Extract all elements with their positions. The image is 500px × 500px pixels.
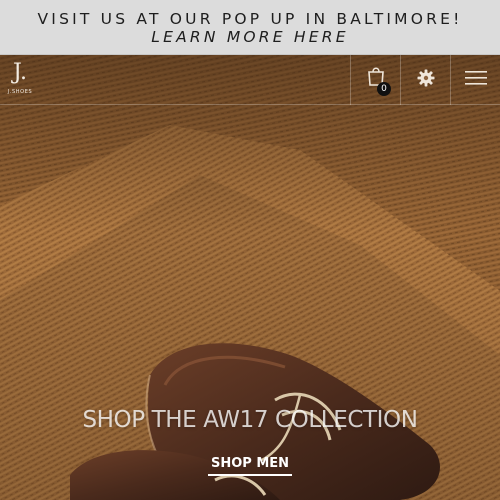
menu-button[interactable] (450, 55, 500, 105)
hero-banner[interactable] (0, 55, 500, 500)
shop-men-button[interactable]: SHOP MEN (208, 456, 292, 476)
hero-headline: SHOP THE AW17 COLLECTION (82, 407, 418, 433)
cart-button[interactable]: 0 (350, 55, 400, 105)
gear-icon (417, 69, 435, 91)
site-header: J. J.SHOES 0 (0, 55, 500, 105)
announcement-bar[interactable]: VISIT US AT OUR POP UP IN BALTIMORE! LEA… (0, 0, 500, 55)
hero-image (0, 55, 500, 500)
hamburger-menu-icon (464, 70, 487, 90)
announcement-link[interactable]: LEARN MORE HERE (151, 28, 348, 46)
brand-logo[interactable]: J. J.SHOES (4, 61, 36, 101)
cart-count-badge: 0 (377, 82, 391, 96)
logo-mark: J. (12, 60, 28, 85)
settings-button[interactable] (400, 55, 450, 105)
logo-wordmark: J.SHOES (7, 89, 33, 95)
announcement-text: VISIT US AT OUR POP UP IN BALTIMORE! (37, 10, 463, 28)
